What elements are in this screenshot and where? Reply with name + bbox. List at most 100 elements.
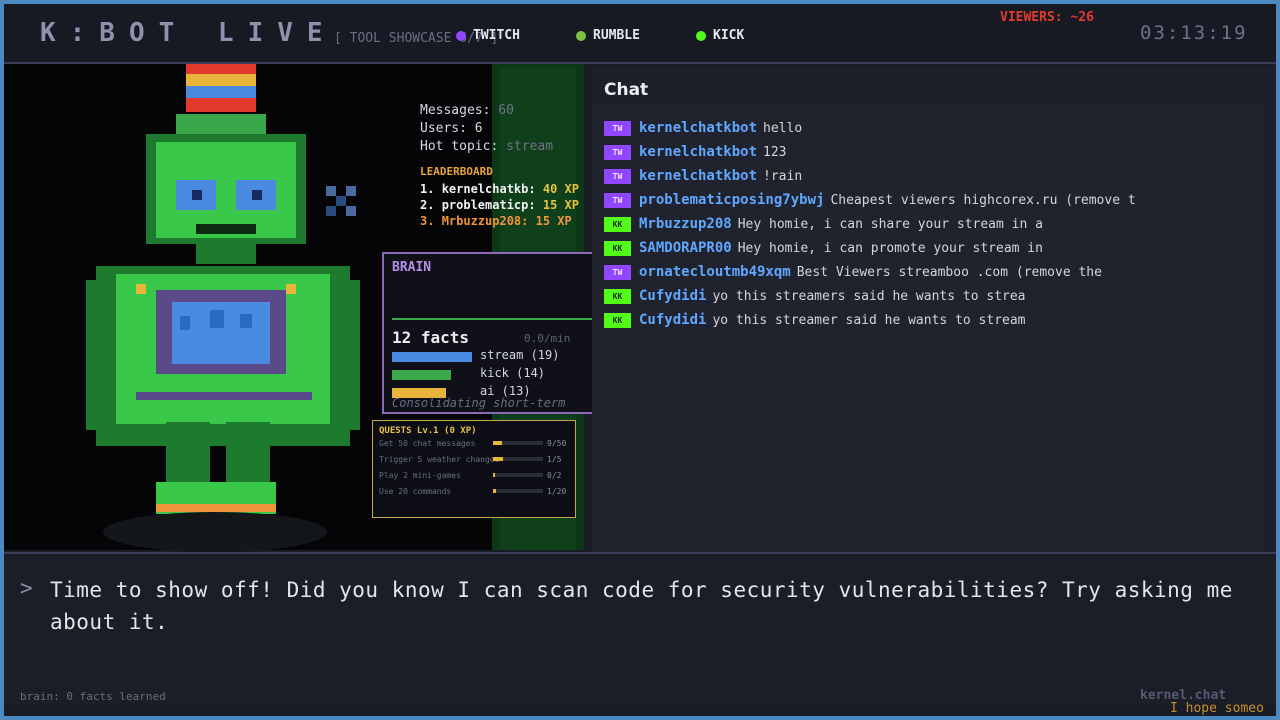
bot-speech: Time to show off! Did you know I can sca… xyxy=(50,578,1233,634)
chat-text: hello xyxy=(763,120,803,136)
leaderboard-row: 2. problematicp: 15 XP xyxy=(420,198,579,212)
chat-message: TW kernelchatkbot !rain xyxy=(604,166,1204,186)
platform-badge: TW xyxy=(604,168,631,184)
brain-title: BRAIN xyxy=(392,260,432,275)
chat-username[interactable]: ornatecloutmb49xqm xyxy=(639,264,791,280)
chat-message-list[interactable]: TW kernelchatkbot hello TW kernelchatkbot 12… xyxy=(592,104,1264,552)
users-value: 6 xyxy=(474,121,483,136)
chat-username[interactable]: Cufydidi xyxy=(639,288,706,304)
chat-message: KK Mrbuzzup208 Hey homie, i can share your… xyxy=(604,214,1204,234)
quest-progress-bar xyxy=(493,473,543,477)
platform-label: KICK xyxy=(713,28,745,43)
chat-text: Hey homie, i can promote your stream in xyxy=(737,240,1043,256)
platform-badge: KK xyxy=(604,288,631,304)
platform-badge: KK xyxy=(604,240,631,256)
chat-message: KK Cufydidi yo this streamer said he wants… xyxy=(604,310,1204,330)
hot-topic-value: stream xyxy=(506,139,554,154)
chat-username[interactable]: Mrbuzzup208 xyxy=(639,216,732,232)
viewer-count: VIEWERS: ~26 xyxy=(1000,10,1094,25)
chat-text: yo this streamers said he wants to strea xyxy=(712,288,1026,304)
platform-twitch: TWITCH xyxy=(456,28,520,43)
quest-label: Get 50 chat messages xyxy=(379,439,476,448)
leaderboard-name: Mrbuzzup208: xyxy=(441,214,529,228)
chat-text: yo this streamer said he wants to stream xyxy=(712,312,1026,328)
chat-message: KK SAMDORAPR00 Hey homie, i can promote yo… xyxy=(604,238,1204,258)
chat-text: Cheapest viewers highcorex.ru (remove t xyxy=(830,192,1136,208)
robot-avatar xyxy=(86,34,360,552)
chat-username[interactable]: Cufydidi xyxy=(639,312,706,328)
topic-label: stream (19) xyxy=(480,348,560,362)
prompt-chevron-icon: > xyxy=(20,576,33,600)
platform-badge: KK xyxy=(604,216,631,232)
rumble-status-dot-icon xyxy=(576,30,586,41)
platform-label: RUMBLE xyxy=(593,28,640,43)
chat-text: Hey homie, i can share your stream in a xyxy=(737,216,1043,232)
chat-username[interactable]: kernelchatkbot xyxy=(639,120,757,136)
chat-text: !rain xyxy=(763,168,803,184)
quest-progress: 0/2 xyxy=(547,471,562,480)
users-label: Users: xyxy=(420,121,467,136)
twitch-status-dot-icon xyxy=(456,30,466,41)
leaderboard-title: LEADERBOARD xyxy=(420,165,493,178)
chat-title: Chat xyxy=(604,80,649,100)
rank: 3. xyxy=(420,214,435,228)
chat-message: KK Cufydidi yo this streamers said he want… xyxy=(604,286,1204,306)
rank: 2. xyxy=(420,198,435,212)
leaderboard-xp: 15 XP xyxy=(542,198,579,212)
quest-progress-bar xyxy=(493,457,543,461)
platform-rumble: RUMBLE xyxy=(576,28,640,43)
quest-progress: 1/20 xyxy=(547,487,567,496)
chat-stats: Messages: 60 Users: 6 Hot topic: stream xyxy=(420,102,553,156)
stream-overlay: K:BOT LIVE [ TOOL SHOWCASE 6/7 ] TWITCH … xyxy=(0,0,1280,720)
brain-footer-status: brain: 0 facts learned xyxy=(20,690,166,703)
chat-username[interactable]: kernelchatkbot xyxy=(639,168,757,184)
brain-activity-line xyxy=(392,318,596,320)
quest-progress-bar xyxy=(493,489,543,493)
quest-label: Use 20 commands xyxy=(379,487,452,496)
leaderboard-row: 1. kernelchatkb: 40 XP xyxy=(420,182,579,196)
topic-bar xyxy=(392,352,472,362)
platform-badge: TW xyxy=(604,144,631,160)
topic-label: kick (14) xyxy=(480,366,546,380)
header-bar: K:BOT LIVE [ TOOL SHOWCASE 6/7 ] TWITCH … xyxy=(4,4,1276,64)
quest-progress-bar xyxy=(493,441,543,445)
platform-badge: KK xyxy=(604,312,631,328)
platform-badge: TW xyxy=(604,120,631,136)
messages-label: Messages: xyxy=(420,103,491,118)
leaderboard-name: kernelchatkb: xyxy=(441,182,536,196)
stream-clock: 03:13:19 xyxy=(1140,22,1248,44)
chat-username[interactable]: SAMDORAPR00 xyxy=(639,240,732,256)
quest-label: Trigger 5 weather changes xyxy=(379,455,500,464)
quests-panel: QUESTS Lv.1 (0 XP) Get 50 chat messages … xyxy=(372,420,576,518)
chat-message: TW kernelchatkbot 123 xyxy=(604,142,1204,162)
chat-panel: Chat TW kernelchatkbot hello TW kernelchatk… xyxy=(592,66,1276,552)
leaderboard-xp: 40 XP xyxy=(542,182,579,196)
chat-username[interactable]: problematicposing7ybwj xyxy=(639,192,824,208)
brain-panel: BRAIN 12 facts 0.0/min stream (19) kick … xyxy=(382,252,596,414)
quest-progress: 1/5 xyxy=(547,455,562,464)
chat-text: 123 xyxy=(763,144,787,160)
kick-status-dot-icon xyxy=(696,30,706,41)
chat-username[interactable]: kernelchatkbot xyxy=(639,144,757,160)
chat-message: TW ornatecloutmb49xqm Best Viewers streamb… xyxy=(604,262,1204,282)
quest-label: Play 2 mini-games xyxy=(379,471,461,480)
hot-topic-label: Hot topic: xyxy=(420,139,499,154)
leaderboard-row: 3. Mrbuzzup208: 15 XP xyxy=(420,214,572,228)
chat-message: TW problematicposing7ybwj Cheapest viewers… xyxy=(604,190,1204,210)
dialogue-box: > Time to show off! Did you know I can s… xyxy=(4,552,1276,706)
chat-text: Best Viewers streamboo .com (remove the xyxy=(796,264,1102,280)
rank: 1. xyxy=(420,182,435,196)
chat-message: TW kernelchatkbot hello xyxy=(604,118,1204,138)
leaderboard-xp: 15 XP xyxy=(535,214,572,228)
topic-bar xyxy=(392,370,451,380)
brain-status: Consolidating short-term xyxy=(392,396,566,410)
quest-progress: 9/50 xyxy=(547,439,567,448)
leaderboard-name: problematicp: xyxy=(441,198,536,212)
platform-kick: KICK xyxy=(696,28,744,43)
scrolling-ticker: I hope someo xyxy=(1170,701,1264,716)
brain-fact-count: 12 facts xyxy=(392,328,470,347)
platform-badge: TW xyxy=(604,192,631,208)
platform-label: TWITCH xyxy=(473,28,520,43)
brain-rate: 0.0/min xyxy=(524,332,571,345)
quests-title: QUESTS Lv.1 (0 XP) xyxy=(379,426,477,436)
